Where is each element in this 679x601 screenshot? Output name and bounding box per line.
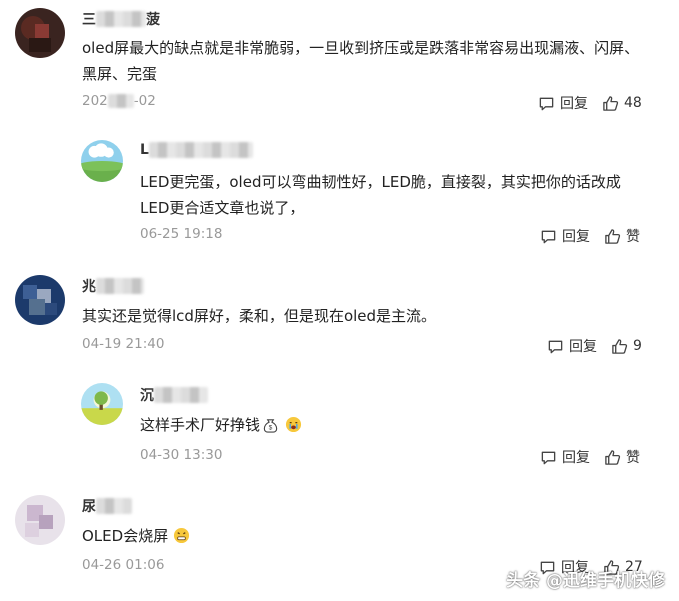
reply-label: 回复 — [560, 96, 588, 112]
avatar[interactable] — [81, 140, 123, 182]
date-suffix: -02 — [133, 93, 156, 109]
comment-author[interactable]: 兆 — [82, 276, 144, 296]
comment-text: 这样手术厂好挣钱 $ — [140, 412, 650, 438]
comment-text: OLED会烧屏 — [82, 523, 647, 549]
like-count: 48 — [624, 95, 642, 111]
avatar[interactable] — [15, 495, 65, 545]
reply-icon — [539, 97, 554, 110]
comment-body: OLED会烧屏 — [82, 527, 169, 545]
watermark: 头条 @迅维手机快修 — [506, 571, 665, 591]
author-visible-text: 兆 — [82, 279, 96, 295]
comment-author[interactable]: L — [140, 142, 253, 158]
crying-face-icon — [285, 416, 302, 433]
reply-icon — [541, 230, 556, 243]
comment-text: LED更完蛋，oled可以弯曲韧性好，LED脆，直接裂，其实把你的话改成LED更… — [140, 173, 621, 217]
comment-text: oled屏最大的缺点就是非常脆弱，一旦收到挤压或是跌落非常容易出现漏液、闪屏、黑… — [82, 39, 640, 83]
reply-label: 回复 — [569, 339, 597, 355]
thumbs-up-icon — [605, 449, 621, 465]
blurred-date — [107, 94, 134, 108]
comment-actions: 回复 赞 — [540, 447, 640, 467]
date-prefix: 202 — [82, 93, 108, 109]
comment-author[interactable]: 沉 — [140, 385, 208, 405]
comment-actions: 回复 赞 — [540, 226, 640, 246]
avatar[interactable] — [15, 8, 65, 58]
reply-button[interactable]: 回复 — [538, 93, 588, 113]
comment-author[interactable]: 尿 — [82, 496, 132, 516]
reply-button[interactable]: 回复 — [540, 226, 590, 246]
blurred-username — [148, 142, 253, 158]
blurred-username — [154, 387, 208, 403]
like-button[interactable]: 48 — [602, 95, 642, 112]
blurred-username — [96, 11, 146, 27]
author-suffix-text: 菠 — [146, 12, 160, 28]
reply-icon — [541, 451, 556, 464]
like-button[interactable]: 赞 — [604, 447, 640, 467]
reply-label: 回复 — [562, 229, 590, 245]
comment-text: 其实还是觉得lcd屏好，柔和，但是现在oled是主流。 — [82, 307, 437, 325]
thumbs-up-icon — [605, 228, 621, 244]
comment-date: 202 -02 — [82, 93, 156, 109]
comment-date: 06-25 19:18 — [140, 226, 223, 242]
thumbs-up-icon — [612, 338, 628, 354]
author-visible-text: 沉 — [140, 388, 154, 404]
author-visible-text: L — [140, 142, 149, 158]
blurred-username — [96, 498, 132, 514]
comment-date: 04-30 13:30 — [140, 447, 223, 463]
like-count: 9 — [633, 338, 642, 354]
comment-date: 04-26 01:06 — [82, 557, 165, 573]
like-label: 赞 — [626, 450, 640, 466]
comment-body: 这样手术厂好挣钱 — [140, 416, 261, 434]
comment-actions: 回复 48 — [538, 93, 642, 113]
reply-label: 回复 — [562, 450, 590, 466]
reply-button[interactable]: 回复 — [547, 336, 597, 356]
reply-button[interactable]: 回复 — [540, 447, 590, 467]
comment-author[interactable]: 三 菠 — [82, 9, 160, 29]
thumbs-up-icon — [603, 95, 619, 111]
like-button[interactable]: 9 — [611, 338, 642, 355]
money-bag-icon: $ — [263, 419, 278, 433]
like-button[interactable]: 赞 — [604, 226, 640, 246]
blurred-username — [96, 278, 144, 294]
svg-text:$: $ — [269, 425, 273, 432]
comment-date: 04-19 21:40 — [82, 336, 165, 352]
avatar[interactable] — [15, 275, 65, 325]
like-label: 赞 — [626, 229, 640, 245]
avatar[interactable] — [81, 383, 123, 425]
author-visible-text: 尿 — [82, 499, 96, 515]
grimacing-face-icon — [174, 527, 190, 544]
author-visible-text: 三 — [82, 12, 96, 28]
comment-actions: 回复 9 — [547, 336, 642, 356]
reply-icon — [548, 340, 563, 353]
